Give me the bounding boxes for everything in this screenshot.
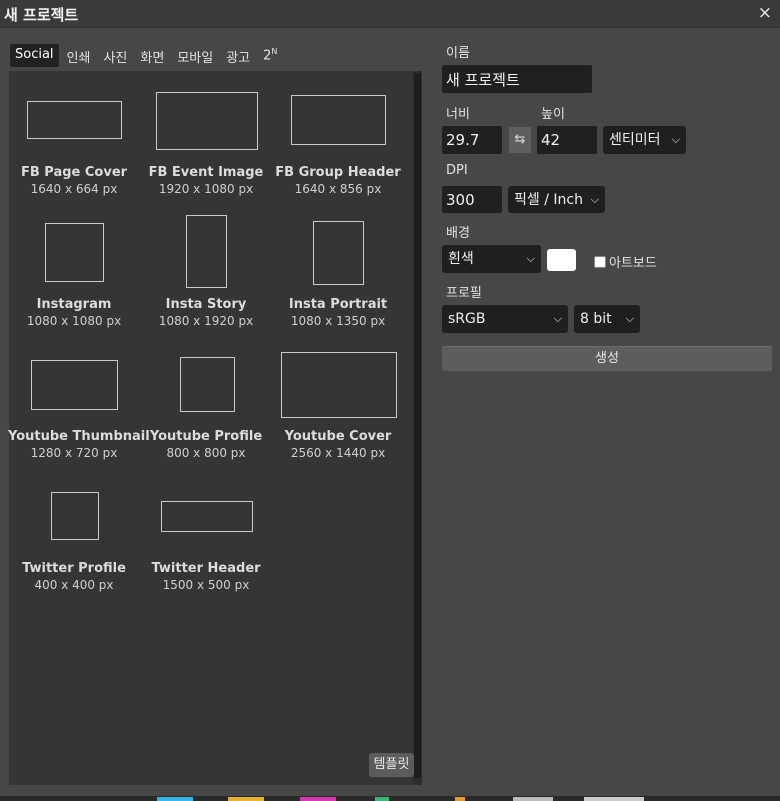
template-youtube-profile[interactable]: Youtube Profile 800 x 800 px: [140, 351, 272, 461]
template-instagram[interactable]: Instagram 1080 x 1080 px: [8, 219, 140, 329]
template-thumbnail: [140, 483, 272, 575]
project-name-input[interactable]: [442, 65, 592, 93]
bottom-accent-green: [375, 797, 389, 801]
template-size: 1640 x 856 px: [294, 182, 382, 196]
tab-power-exponent: N: [271, 47, 278, 56]
unit-select-value: 센티미터: [609, 132, 661, 148]
template-youtube-cover[interactable]: Youtube Cover 2560 x 1440 px: [272, 351, 404, 461]
profile-label: 프로필: [446, 286, 482, 301]
template-preview-rect: [281, 352, 397, 418]
template-size: 1500 x 500 px: [162, 578, 250, 592]
profile-select[interactable]: sRGB ⌵: [442, 305, 568, 333]
template-preview-rect: [180, 357, 235, 412]
bottom-accent-light: [584, 797, 644, 801]
close-icon[interactable]: ×: [758, 3, 772, 23]
template-size: 2560 x 1440 px: [290, 446, 386, 460]
tab-ads[interactable]: 광고: [221, 44, 255, 67]
template-size: 1920 x 1080 px: [158, 182, 254, 196]
template-insta-portrait[interactable]: Insta Portrait 1080 x 1350 px: [272, 219, 404, 329]
tab-mobile[interactable]: 모바일: [172, 44, 218, 67]
background-label: 배경: [446, 226, 470, 241]
template-preview-rect: [291, 95, 386, 145]
artboard-label: 아트보드: [609, 256, 657, 271]
template-preview-rect: [156, 92, 258, 150]
template-preview-rect: [161, 501, 253, 532]
template-thumbnail: [140, 87, 272, 179]
bottom-accent-magenta: [300, 797, 336, 801]
bottom-accent-yellow: [228, 797, 264, 801]
template-preview-rect: [31, 360, 118, 410]
background-select-value: 흰색: [448, 251, 474, 267]
background-color-swatch[interactable]: [547, 249, 576, 271]
dpi-label: DPI: [446, 163, 468, 178]
title-bar: 새 프로젝트 ×: [0, 0, 780, 28]
template-twitter-header[interactable]: Twitter Header 1500 x 500 px: [140, 483, 272, 593]
template-youtube-thumbnail[interactable]: Youtube Thumbnail 1280 x 720 px: [8, 351, 150, 461]
bottom-accent-orange: [455, 797, 465, 801]
template-thumbnail: [140, 215, 272, 307]
template-size: 400 x 400 px: [34, 578, 114, 592]
template-thumbnail: [8, 483, 140, 575]
template-fb-page-cover[interactable]: FB Page Cover 1640 x 664 px: [8, 87, 140, 197]
chevron-down-icon: ⌵: [625, 312, 634, 325]
template-thumbnail: [272, 351, 404, 443]
template-size: 800 x 800 px: [166, 446, 246, 460]
bitdepth-select-value: 8 bit: [580, 311, 612, 327]
template-thumbnail: [8, 351, 140, 443]
template-thumbnail: [8, 87, 140, 179]
template-fb-group-header[interactable]: FB Group Header 1640 x 856 px: [272, 87, 404, 197]
dpi-unit-select-value: 픽셀 / Inch: [514, 192, 583, 208]
template-preview-rect: [313, 221, 364, 285]
tab-power-of-two[interactable]: 2N: [258, 44, 282, 67]
template-preview-rect: [186, 215, 227, 288]
tab-print[interactable]: 인쇄: [62, 44, 96, 67]
profile-select-value: sRGB: [448, 311, 486, 327]
tab-photo[interactable]: 사진: [98, 44, 132, 67]
name-label: 이름: [446, 46, 470, 61]
template-thumbnail: [140, 351, 272, 443]
dialog-title: 새 프로젝트: [4, 6, 79, 24]
width-label: 너비: [446, 107, 470, 122]
height-label: 높이: [541, 107, 565, 122]
category-tabs: Social 인쇄 사진 화면 모바일 광고 2N: [10, 44, 285, 67]
template-fb-event-image[interactable]: FB Event Image 1920 x 1080 px: [140, 87, 272, 197]
template-insta-story[interactable]: Insta Story 1080 x 1920 px: [140, 215, 272, 329]
template-scrollbar[interactable]: [413, 71, 422, 785]
unit-select[interactable]: 센티미터 ⌵: [603, 126, 686, 154]
template-thumbnail: [272, 219, 404, 311]
height-input[interactable]: [537, 126, 597, 154]
bottom-accent-cyan: [157, 797, 193, 801]
template-twitter-profile[interactable]: Twitter Profile 400 x 400 px: [8, 483, 140, 593]
chevron-down-icon: ⌵: [526, 252, 535, 265]
template-size: 1080 x 1080 px: [26, 314, 122, 328]
template-preview-rect: [51, 492, 99, 540]
create-button[interactable]: 생성: [442, 346, 772, 371]
chevron-down-icon: ⌵: [671, 133, 680, 146]
template-size: 1080 x 1920 px: [158, 314, 254, 328]
templates-button[interactable]: 템플릿: [369, 753, 414, 777]
bottom-strip: [0, 796, 780, 801]
scrollbar-thumb[interactable]: [414, 73, 421, 778]
chevron-down-icon: ⌵: [590, 193, 599, 206]
tab-screen[interactable]: 화면: [135, 44, 169, 67]
template-thumbnail: [272, 87, 404, 179]
artboard-checkbox[interactable]: [594, 256, 606, 268]
dpi-unit-select[interactable]: 픽셀 / Inch ⌵: [508, 186, 605, 213]
chevron-down-icon: ⌵: [553, 312, 562, 325]
template-size: 1640 x 664 px: [30, 182, 118, 196]
template-size: 1080 x 1350 px: [290, 314, 386, 328]
template-size: 1280 x 720 px: [30, 446, 118, 460]
bitdepth-select[interactable]: 8 bit ⌵: [574, 305, 640, 333]
tab-social[interactable]: Social: [10, 44, 59, 67]
template-preview-rect: [45, 223, 104, 282]
width-input[interactable]: [442, 126, 502, 154]
background-select[interactable]: 흰색 ⌵: [442, 245, 541, 273]
dpi-input[interactable]: [442, 186, 502, 213]
swap-dimensions-icon[interactable]: ⇆: [509, 127, 531, 153]
bottom-accent-grey: [513, 797, 553, 801]
template-preview-rect: [27, 101, 122, 139]
template-thumbnail: [8, 219, 140, 311]
